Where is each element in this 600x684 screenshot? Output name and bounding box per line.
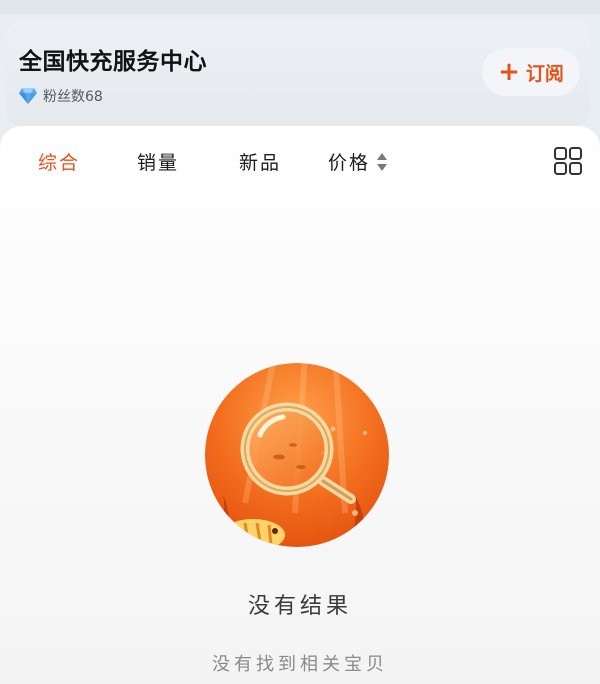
- product-list-panel: 综合 销量 新品 价格 没有结果 没有找到相关宝贝: [0, 126, 600, 684]
- sort-arrows-icon: [377, 152, 388, 171]
- tab-comprehensive[interactable]: 综合: [38, 148, 80, 175]
- tab-sales[interactable]: 销量: [137, 148, 179, 175]
- subscribe-label: 订阅: [525, 62, 564, 85]
- plus-icon: +: [498, 57, 520, 87]
- empty-title: 没有结果: [247, 594, 352, 619]
- tab-price[interactable]: 价格: [328, 148, 388, 175]
- status-bar-strip: [0, 0, 600, 14]
- fans-label: 粉丝数68: [43, 89, 103, 105]
- shop-name: 全国快充服务中心: [19, 49, 207, 75]
- magnifier-illustration: [205, 363, 389, 547]
- grid-layout-icon[interactable]: [553, 146, 583, 176]
- shop-header-card: 全国快充服务中心 粉丝数68 + 订阅: [6, 20, 590, 126]
- tab-price-label: 价格: [328, 152, 371, 174]
- diamond-icon: [19, 88, 37, 104]
- sort-tabs: 综合 销量 新品 价格: [0, 140, 600, 180]
- subscribe-button[interactable]: + 订阅: [482, 48, 580, 96]
- tab-new[interactable]: 新品: [239, 148, 281, 175]
- empty-subtitle: 没有找到相关宝贝: [212, 654, 388, 675]
- fans-count: 粉丝数68: [18, 86, 103, 106]
